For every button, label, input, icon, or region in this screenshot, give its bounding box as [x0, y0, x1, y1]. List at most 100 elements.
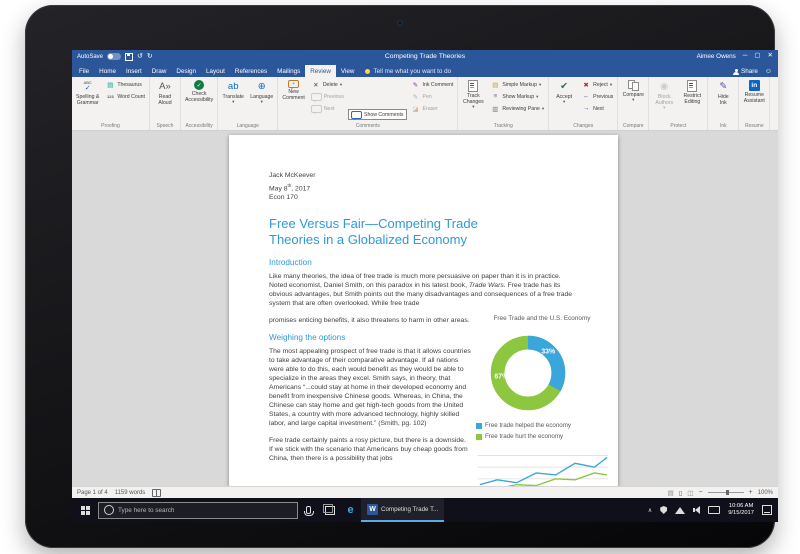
taskbar-word-window[interactable]: W Competing Trade T...: [361, 498, 444, 522]
hide-ink-button[interactable]: ✎Hide Ink: [710, 79, 736, 122]
ribbon-group-label: Compare: [620, 122, 646, 129]
microphone-icon: [306, 506, 311, 514]
legend-item: Free trade hurt the economy: [476, 432, 612, 441]
spelling-grammar-button[interactable]: ABC✓Spelling & Grammar: [74, 79, 101, 122]
thesaurus-button[interactable]: ▤Thesaurus: [103, 79, 147, 90]
tab-layout[interactable]: Layout: [201, 65, 230, 77]
tell-me-label: Tell me what you want to do: [373, 68, 451, 75]
donut-label-green: 67%: [494, 374, 508, 381]
web-layout-icon[interactable]: ◫: [687, 489, 693, 497]
maximize-button[interactable]: ▢: [754, 53, 760, 60]
previous-comment-button[interactable]: Previous: [309, 91, 346, 102]
zoom-in-button[interactable]: +: [749, 489, 753, 496]
close-button[interactable]: ✕: [768, 53, 773, 60]
track-changes-button[interactable]: Track Changes▾: [460, 79, 486, 122]
ribbon-group-label: Ink: [710, 122, 736, 129]
word-count-button[interactable]: 123Word Count: [103, 91, 147, 102]
previous-change-button[interactable]: ←Previous: [579, 91, 615, 102]
next-comment-button[interactable]: Next: [309, 103, 346, 114]
zoom-out-button[interactable]: −: [698, 489, 702, 496]
undo-icon[interactable]: ↺: [137, 53, 143, 60]
search-placeholder: Type here to search: [118, 507, 174, 514]
ink-comment-button[interactable]: ✎Ink Comment: [409, 79, 456, 90]
pen-button[interactable]: ✎Pen: [409, 91, 456, 102]
next-change-icon: →: [581, 105, 591, 113]
language-button[interactable]: ⊕Language▾: [248, 79, 275, 122]
tray-chevron-icon[interactable]: ∧: [648, 507, 652, 514]
dropdown-icon: ▾: [539, 82, 541, 88]
ribbon-group-language: abTranslate▾⊕Language▾Language: [218, 77, 278, 130]
wifi-icon[interactable]: [675, 507, 685, 514]
read-aloud-button[interactable]: A»Read Aloud: [152, 79, 178, 122]
autosave-toggle[interactable]: [107, 53, 121, 60]
print-layout-icon[interactable]: ▯: [679, 489, 683, 497]
page-indicator[interactable]: Page 1 of 4: [77, 490, 108, 496]
minimize-button[interactable]: ─: [743, 53, 748, 60]
redo-icon[interactable]: ↻: [147, 53, 153, 60]
new-comment-button[interactable]: +New Comment: [280, 79, 307, 122]
compare-button[interactable]: Compare▾: [620, 79, 646, 122]
zoom-slider[interactable]: [708, 492, 744, 493]
clock-date: 9/15/2017: [728, 510, 754, 517]
save-icon[interactable]: [125, 53, 133, 61]
read-mode-icon[interactable]: ▤: [668, 489, 674, 497]
touch-keyboard-icon[interactable]: [708, 506, 720, 514]
edge-button[interactable]: e: [340, 498, 361, 522]
check-accessibility-icon: ✓: [194, 80, 204, 90]
simple-markup-button[interactable]: ▤Simple Markup▾: [488, 79, 546, 90]
zoom-level[interactable]: 100%: [758, 490, 773, 496]
reviewing-pane-icon: ▥: [490, 105, 500, 113]
share-button[interactable]: Share: [733, 68, 758, 75]
document-page[interactable]: Jack McKeever May 8th, 2017 Econ 170 Fre…: [229, 135, 618, 486]
taskbar-search[interactable]: Type here to search: [98, 502, 298, 519]
block-authors-button[interactable]: ◉Block Authors▾: [651, 79, 677, 122]
task-view-button[interactable]: [319, 498, 340, 522]
tab-references[interactable]: References: [230, 65, 272, 77]
tab-home[interactable]: Home: [94, 65, 121, 77]
tab-insert[interactable]: Insert: [121, 65, 147, 77]
window-title: Competing Trade Theories: [72, 53, 778, 60]
doc-paragraph-3: Free trade certainly paints a rosy pictu…: [269, 436, 471, 463]
proofing-status-icon[interactable]: [152, 489, 161, 497]
doc-title: Free Versus Fair—Competing Trade Theorie…: [269, 216, 499, 249]
restrict-editing-button[interactable]: Restrict Editing: [679, 79, 705, 122]
delete-comment-button[interactable]: ✕Delete▾: [309, 79, 346, 90]
ribbon-group-label: Protect: [651, 122, 705, 129]
translate-button[interactable]: abTranslate▾: [220, 79, 246, 122]
tab-design[interactable]: Design: [171, 65, 201, 77]
action-center-icon[interactable]: [762, 505, 772, 515]
word-count-status[interactable]: 1159 words: [115, 490, 146, 496]
doc-chart-block: Free Trade and the U.S. Economy 33% 67% …: [472, 315, 612, 486]
doc-paragraph-1-continued: promises enticing benefits, it also thre…: [269, 316, 471, 325]
spelling-grammar-icon: ABC✓: [84, 80, 92, 93]
show-comments-icon: [351, 111, 362, 119]
user-name[interactable]: Aimee Owens: [697, 53, 736, 60]
next-change-button[interactable]: →Next: [579, 103, 615, 114]
tab-view[interactable]: View: [336, 65, 360, 77]
show-comments-button[interactable]: Show Comments: [348, 109, 407, 120]
ribbon-group-label: Resume: [741, 122, 767, 129]
windows-logo-icon: [81, 506, 90, 515]
tab-review[interactable]: Review: [305, 65, 336, 77]
reject-button[interactable]: ✖Reject▾: [579, 79, 615, 90]
feedback-icon[interactable]: ☺: [765, 68, 772, 75]
volume-icon[interactable]: [693, 506, 700, 514]
tell-me[interactable]: Tell me what you want to do: [359, 65, 457, 77]
taskbar-clock[interactable]: 10:06 AM 9/15/2017: [728, 503, 754, 517]
reviewing-pane-button[interactable]: ▥Reviewing Pane▾: [488, 103, 546, 114]
tab-draw[interactable]: Draw: [147, 65, 172, 77]
check-accessibility-button[interactable]: ✓Check Accessibility: [183, 79, 215, 122]
translate-icon: ab: [228, 80, 239, 93]
resume-assistant-button[interactable]: inResume Assistant: [741, 79, 767, 122]
start-button[interactable]: [72, 498, 98, 522]
tab-mailings[interactable]: Mailings: [272, 65, 305, 77]
zoom-slider-thumb[interactable]: [726, 490, 729, 495]
defender-shield-icon[interactable]: [660, 506, 667, 514]
microphone-button[interactable]: [298, 498, 319, 522]
share-label: Share: [741, 68, 758, 75]
doc-paragraph-2: The most appealing prospect of free trad…: [269, 347, 471, 428]
show-markup-button[interactable]: ≡Show Markup▾: [488, 91, 546, 102]
tab-file[interactable]: File: [74, 65, 94, 77]
eraser-button[interactable]: ◪Eraser: [409, 103, 456, 114]
accept-button[interactable]: ✔Accept▾: [551, 79, 577, 122]
